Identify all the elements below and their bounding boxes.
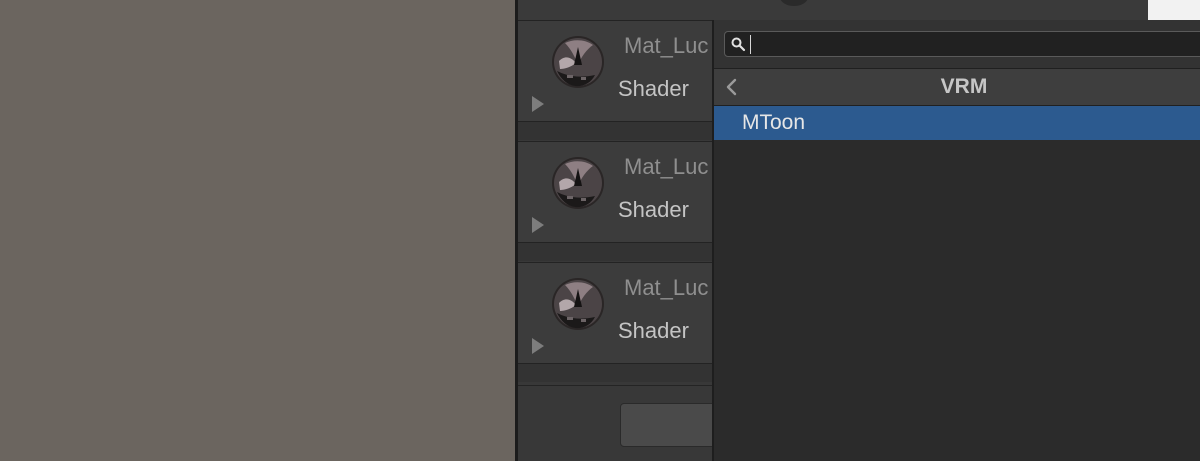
scene-view[interactable] — [0, 0, 515, 461]
toolbar-white-field — [1148, 0, 1200, 20]
shader-item-label: MToon — [742, 111, 806, 134]
material-sphere-icon — [551, 35, 605, 89]
foldout-icon[interactable] — [532, 96, 544, 112]
shader-item-mtoon[interactable]: MToon — [714, 106, 1200, 140]
material-sphere-icon — [551, 277, 605, 331]
foldout-icon[interactable] — [532, 217, 544, 233]
search-input[interactable] — [753, 32, 1200, 56]
material-sphere-icon — [551, 156, 605, 210]
section-separator — [518, 364, 718, 382]
material-entry[interactable]: Mat_Luc Shader — [518, 20, 718, 122]
shader-label: Shader — [618, 76, 689, 101]
text-caret — [750, 35, 751, 54]
search-field[interactable] — [724, 31, 1200, 57]
section-separator — [518, 122, 718, 140]
shader-label: Shader — [618, 197, 689, 222]
shader-label: Shader — [618, 318, 689, 343]
section-separator — [518, 243, 718, 261]
search-row — [714, 20, 1200, 68]
shader-dropdown-popup: VRM MToon — [712, 20, 1200, 461]
material-entry[interactable]: Mat_Luc Shader — [518, 262, 718, 364]
material-name[interactable]: Mat_Luc — [624, 33, 708, 59]
inspector-footer — [518, 385, 732, 461]
foldout-icon[interactable] — [532, 338, 544, 354]
popup-header: VRM — [714, 68, 1200, 106]
popup-title: VRM — [940, 75, 988, 98]
material-name[interactable]: Mat_Luc — [624, 154, 708, 180]
material-entry[interactable]: Mat_Luc Shader — [518, 141, 718, 243]
inspector-toolbar — [518, 0, 1200, 21]
toolbar-icon[interactable] — [780, 0, 808, 6]
search-icon — [730, 36, 746, 52]
shader-item-list: MToon — [714, 106, 1200, 140]
material-name[interactable]: Mat_Luc — [624, 275, 708, 301]
